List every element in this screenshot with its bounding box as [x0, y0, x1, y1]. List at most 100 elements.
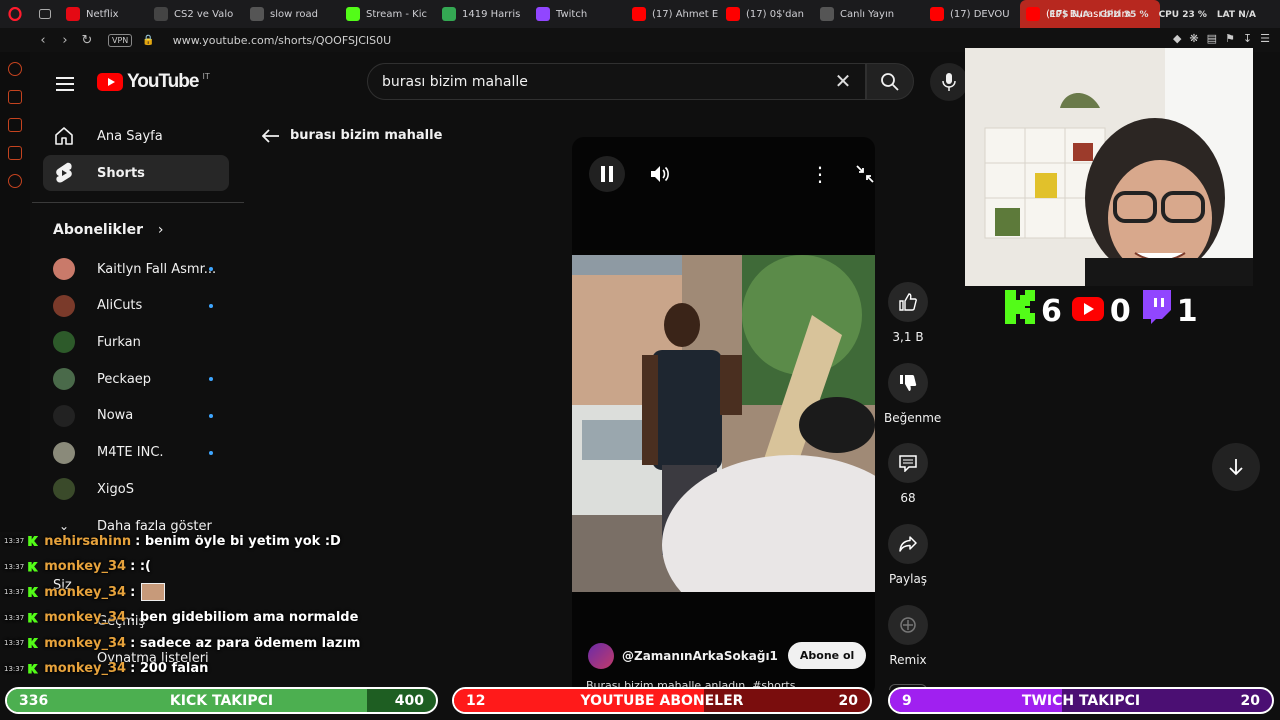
- page-icon: [820, 7, 834, 21]
- sidebar-item-label: Shorts: [97, 165, 145, 181]
- opera-sidebar: [0, 52, 30, 532]
- hamburger-menu-icon[interactable]: [56, 73, 74, 95]
- clear-search-icon[interactable]: ✕: [832, 69, 854, 93]
- workspace-icon[interactable]: [30, 9, 60, 19]
- like-count: 3,1 B: [892, 330, 924, 344]
- browser-tab[interactable]: (17) Ahmet E: [626, 0, 720, 28]
- comments-button[interactable]: 68: [884, 443, 932, 505]
- extension-icon[interactable]: ⚑: [1225, 32, 1235, 45]
- vpn-badge[interactable]: VPN: [108, 33, 133, 47]
- browser-tab[interactable]: Twitch: [530, 0, 626, 28]
- share-button[interactable]: Paylaş: [884, 524, 932, 586]
- browser-tab-label: Netflix: [86, 8, 119, 20]
- browser-extension-icons: ◆ ❋ ▤ ⚑ ↧ ☰: [1173, 32, 1270, 45]
- chat-timestamp: 13:37: [4, 562, 25, 571]
- subscription-name: M4TE INC.: [97, 445, 164, 460]
- goal-bar: 12 YOUTUBE ABONELER 20: [452, 687, 872, 714]
- chat-emote: [141, 583, 166, 601]
- chat-username: nehirsahinn: [44, 533, 132, 549]
- chat-timestamp: 13:37: [4, 639, 25, 647]
- sidebar-app-icon[interactable]: [8, 90, 22, 104]
- twitch-counter: 1: [1141, 290, 1198, 332]
- subscription-item[interactable]: Furkan: [53, 327, 223, 357]
- subscriptions-header[interactable]: Abonelikler ›: [53, 222, 164, 238]
- youtube-icon: [632, 7, 646, 21]
- extension-icon[interactable]: ❋: [1189, 32, 1198, 45]
- remix-label: Remix: [889, 653, 927, 667]
- more-options-icon[interactable]: ⋮: [810, 162, 830, 186]
- browser-tab[interactable]: slow road: [244, 0, 340, 28]
- channel-avatar: [53, 294, 75, 317]
- browser-menu-icon[interactable]: ☰: [1260, 32, 1270, 45]
- browser-tab[interactable]: CS2 ve Valo: [148, 0, 244, 28]
- browser-tab-label: (17) 0$'dan: [746, 8, 804, 20]
- aria-icon[interactable]: [8, 62, 22, 76]
- url-field[interactable]: www.youtube.com/shorts/QOOFSJCIS0U: [173, 34, 391, 47]
- channel-avatar[interactable]: [588, 642, 614, 669]
- fps-label: FPS: [1049, 10, 1069, 20]
- voice-search-button[interactable]: [930, 63, 968, 101]
- reload-icon[interactable]: ↻: [76, 33, 98, 48]
- volume-icon: [651, 166, 669, 182]
- new-content-dot: [209, 267, 213, 271]
- chat-message: 13:37 monkey_34: 200 falan: [4, 658, 208, 680]
- browser-tab[interactable]: 1419 Harris: [436, 0, 530, 28]
- browser-tab[interactable]: (17) DEVOU: [924, 0, 1020, 28]
- lat-value: N/A: [1238, 10, 1256, 20]
- sidebar-item-shorts[interactable]: Shorts: [43, 155, 229, 191]
- browser-tab[interactable]: (17) 0$'dan: [720, 0, 814, 28]
- sidebar-app-icon[interactable]: [8, 146, 22, 160]
- remix-button[interactable]: Remix: [884, 605, 932, 667]
- subscription-item[interactable]: XigoS: [53, 474, 223, 504]
- mute-button[interactable]: [642, 156, 678, 192]
- arrow-down-icon: [1229, 459, 1243, 476]
- download-icon[interactable]: ↧: [1243, 32, 1252, 45]
- browser-tab[interactable]: Canlı Yayın: [814, 0, 924, 28]
- new-content-dot: [209, 450, 213, 455]
- sidebar-app-icon[interactable]: [8, 118, 22, 132]
- subscription-item[interactable]: M4TE INC.: [53, 438, 223, 468]
- microphone-icon: [942, 73, 956, 91]
- back-nav-icon[interactable]: ‹: [32, 33, 54, 48]
- subscription-name: Furkan: [97, 334, 141, 350]
- youtube-logo[interactable]: YouTube IT: [97, 71, 210, 93]
- chat-message: 13:37 monkey_34:: [4, 581, 166, 603]
- pause-icon: [601, 166, 613, 182]
- extension-icon[interactable]: ◆: [1173, 32, 1181, 45]
- channel-name[interactable]: @ZamanınArkaSokağı1: [622, 649, 778, 663]
- search-icon: [881, 72, 899, 91]
- forward-nav-icon[interactable]: ›: [54, 33, 76, 48]
- channel-avatar: [53, 478, 75, 501]
- subscription-item[interactable]: Peckaep: [53, 364, 223, 394]
- fullscreen-button[interactable]: [853, 162, 877, 186]
- subscription-item[interactable]: AliCuts: [53, 291, 223, 321]
- search-button[interactable]: [866, 63, 914, 100]
- chat-text: : benim öyle bi yetim yok :D: [135, 533, 341, 549]
- chat-timestamp: 13:37: [4, 537, 25, 545]
- subscription-item[interactable]: Kaitlyn Fall Asmr...: [53, 254, 223, 284]
- back-to-search-button[interactable]: burası bizim mahalle: [262, 128, 442, 143]
- shorts-video-frame[interactable]: [572, 255, 875, 592]
- browser-tab-label: Twitch: [556, 8, 588, 20]
- youtube-play-icon: [97, 73, 123, 91]
- thumbs-up-icon: [888, 282, 928, 322]
- browser-tab[interactable]: Netflix: [60, 0, 148, 28]
- youtube-icon: [726, 7, 740, 21]
- next-short-button[interactable]: [1212, 443, 1260, 491]
- lock-icon[interactable]: 🔒: [142, 35, 154, 46]
- search-input[interactable]: burası bizim mahalle: [367, 63, 866, 100]
- pause-button[interactable]: [589, 156, 625, 192]
- youtube-icon: [930, 7, 944, 21]
- opera-logo-icon[interactable]: [0, 7, 30, 21]
- browser-tab[interactable]: Stream - Kic: [340, 0, 436, 28]
- history-clock-icon[interactable]: [8, 174, 22, 188]
- subscription-item[interactable]: Nowa: [53, 401, 223, 431]
- subscribe-button[interactable]: Abone ol: [787, 642, 867, 669]
- like-button[interactable]: 3,1 B: [884, 282, 932, 344]
- sidebar-item-home[interactable]: Ana Sayfa: [43, 118, 229, 154]
- cpu-value: 23 %: [1182, 10, 1207, 20]
- dislike-button[interactable]: Beğenme: [884, 363, 941, 425]
- extension-icon[interactable]: ▤: [1207, 32, 1217, 45]
- chat-timestamp: 13:37: [4, 588, 25, 596]
- country-code: IT: [202, 71, 210, 81]
